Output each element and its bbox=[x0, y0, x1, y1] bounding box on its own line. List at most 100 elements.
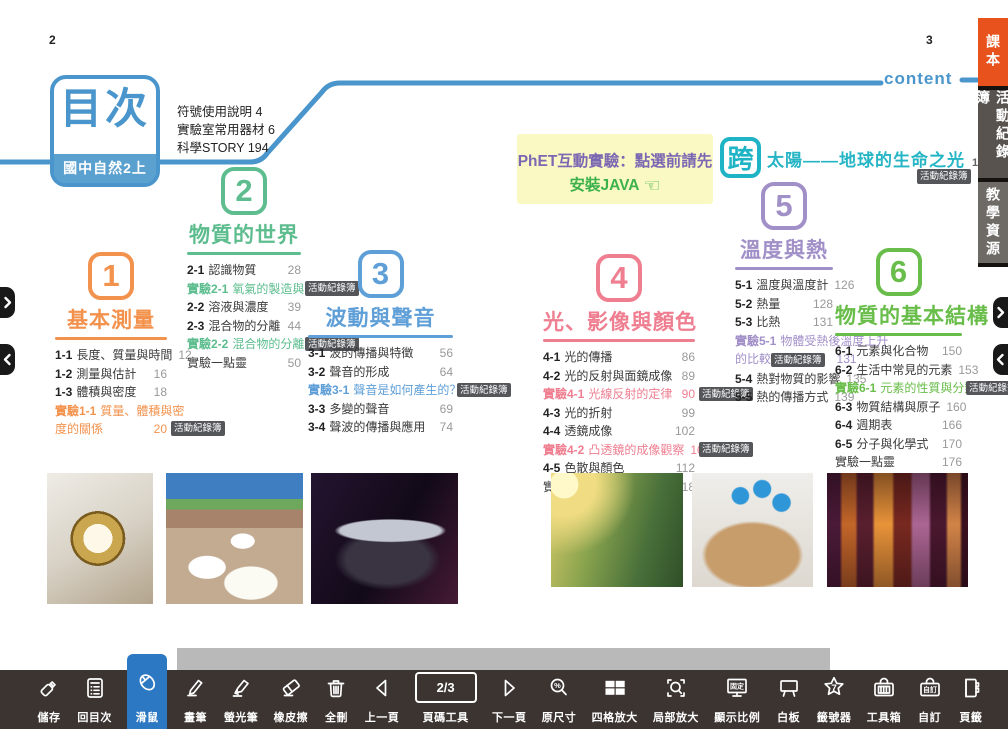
toc-item[interactable]: 4-1光的傳播86 bbox=[543, 351, 695, 364]
tab-activity-workbook[interactable]: 活動紀錄簿 bbox=[978, 90, 1008, 182]
activity-record-tag: 活動紀錄簿 bbox=[699, 442, 753, 457]
chapter-title: 物質的基本結構 bbox=[835, 300, 962, 330]
toolbar-prev-page-button[interactable]: 上一頁 bbox=[365, 666, 400, 729]
toc-item-code: 4-4 bbox=[543, 425, 560, 438]
svg-text:自訂: 自訂 bbox=[923, 685, 937, 694]
toolbar-toolbox-button[interactable]: 工具箱 bbox=[867, 666, 902, 729]
photo-salt-field bbox=[166, 473, 303, 604]
toc-item-code: 4-1 bbox=[543, 351, 560, 364]
toolbar-partial-zoom-button[interactable]: 局部放大 bbox=[653, 666, 699, 729]
toc-item[interactable]: 6-4週期表166 bbox=[835, 419, 962, 432]
toc-item[interactable]: 6-2生活中常見的元素153 bbox=[835, 364, 962, 377]
toolbar-page-tabs-button[interactable]: 頁籤 bbox=[958, 666, 984, 729]
page-back-arrow-left[interactable] bbox=[0, 344, 15, 375]
toolbar-button-label: 儲存 bbox=[38, 709, 61, 725]
toolbar-button-label: 橡皮擦 bbox=[274, 709, 309, 725]
chapter-title: 物質的世界 bbox=[187, 219, 301, 249]
activity-record-tag: 活動紀錄簿 bbox=[457, 383, 511, 398]
toc-item-page: 160 bbox=[940, 401, 966, 414]
toc-item[interactable]: 4-3光的折射99 bbox=[543, 407, 695, 420]
toc-item[interactable]: 5-3比熱131 bbox=[735, 316, 833, 329]
chapter-item-list: 1-1長度、質量與時間12 1-2測量與估計16 1-3體積與密度18 實驗1-1質量… bbox=[55, 349, 167, 436]
toc-item-code: 5-3 bbox=[735, 316, 752, 329]
toc-item[interactable]: 4-2光的反射與面鏡成像89 bbox=[543, 370, 695, 383]
page-back-arrow-right[interactable] bbox=[993, 344, 1008, 375]
toc-item-label: 實驗一點靈 bbox=[187, 357, 247, 370]
toc-item-label: 光線反射的定律 bbox=[588, 388, 672, 401]
page-number-left: 2 bbox=[49, 33, 56, 47]
toc-experiment-item[interactable]: 實驗3-1聲音是如何產生的？64活動紀錄簿 bbox=[308, 384, 453, 397]
toolbar-number-picker-button[interactable]: 7籤號器 bbox=[817, 666, 852, 729]
front-matter-item[interactable]: 符號使用說明 4 bbox=[177, 103, 275, 121]
toolbar-eraser-button[interactable]: 橡皮擦 bbox=[274, 666, 309, 729]
toc-experiment-item[interactable]: 實驗4-2凸透鏡的成像觀察104活動紀錄簿 bbox=[543, 444, 695, 457]
toc-item-label: 測量與估計 bbox=[76, 368, 136, 381]
toolbar-next-page-button[interactable]: 下一頁 bbox=[492, 666, 527, 729]
toolbar-mouse-button[interactable]: 滑鼠 bbox=[127, 654, 167, 729]
toolbar-whiteboard-button[interactable]: 白板 bbox=[776, 666, 802, 729]
toc-item[interactable]: 6-3物質結構與原子160 bbox=[835, 401, 962, 414]
case-icon: 自訂 bbox=[917, 666, 943, 709]
toc-item[interactable]: 3-1波的傳播與特徵56 bbox=[308, 347, 453, 360]
toolbar-highlighter-button[interactable]: 螢光筆 bbox=[224, 666, 259, 729]
toolbar-button-label: 下一頁 bbox=[492, 709, 527, 725]
toc-item-label: 元素與化合物 bbox=[856, 345, 928, 358]
front-matter-item[interactable]: 科學STORY 194 bbox=[177, 139, 275, 157]
eraser-icon bbox=[278, 666, 304, 709]
toc-item[interactable]: 5-4熱對物質的影響135 bbox=[735, 373, 833, 386]
toc-item-code: 實驗2-2 bbox=[187, 338, 228, 351]
toc-item[interactable]: 實驗一點靈176 bbox=[835, 456, 962, 469]
svg-text:%: % bbox=[554, 681, 561, 690]
toc-experiment-item[interactable]: 實驗4-1光線反射的定律90活動紀錄簿 bbox=[543, 388, 695, 401]
toolbar-button-label: 回目次 bbox=[77, 709, 112, 725]
page-forward-arrow-left[interactable] bbox=[0, 287, 15, 318]
toc-item-label: 聲波的傳播與應用 bbox=[329, 421, 425, 434]
toc-experiment-item[interactable]: 實驗6-1元素的性質與分類153活動紀錄簿 bbox=[835, 382, 962, 395]
toc-item[interactable]: 3-3多變的聲音69 bbox=[308, 403, 453, 416]
toc-item-code: 2-2 bbox=[187, 301, 204, 314]
toc-item-page: 18 bbox=[148, 386, 167, 399]
toc-item-page: 89 bbox=[676, 370, 695, 383]
front-matter-item[interactable]: 實驗室常用器材 6 bbox=[177, 121, 275, 139]
tab-textbook[interactable]: 課本 bbox=[978, 18, 1008, 90]
toolbar-button-label: 畫筆 bbox=[184, 709, 207, 725]
toc-item[interactable]: 3-4聲波的傳播與應用74 bbox=[308, 421, 453, 434]
toc-item[interactable]: 3-2聲音的形成64 bbox=[308, 366, 453, 379]
tab-teaching-resources[interactable]: 教學資源 bbox=[978, 182, 1008, 267]
toc-item[interactable]: 5-5熱的傳播方式139 bbox=[735, 391, 833, 404]
toc-item-label: 光的折射 bbox=[564, 407, 612, 420]
toolbar-four-grid-zoom-button[interactable]: 四格放大 bbox=[592, 666, 638, 729]
toc-item[interactable]: 5-2熱量128 bbox=[735, 298, 833, 311]
toc-item[interactable]: 5-1溫度與溫度計126 bbox=[735, 279, 833, 292]
toolbar-back-to-toc-button[interactable]: 回目次 bbox=[77, 666, 112, 729]
toolbar-delete-all-button[interactable]: 全刪 bbox=[323, 666, 349, 729]
toolbar-page-number-tool-button[interactable]: 2/3頁碼工具 bbox=[415, 666, 477, 729]
toc-item[interactable]: 6-5分子與化學式170 bbox=[835, 438, 962, 451]
toc-item-code: 實驗4-2 bbox=[543, 444, 584, 457]
toc-item[interactable]: 1-2測量與估計16 bbox=[55, 368, 167, 381]
svg-text:7: 7 bbox=[831, 683, 837, 694]
toolbar-save-button[interactable]: 儲存 bbox=[36, 666, 62, 729]
toolbar-custom-button[interactable]: 自訂自訂 bbox=[917, 666, 943, 729]
toc-item[interactable]: 6-1元素與化合物150 bbox=[835, 345, 962, 358]
toc-item[interactable]: 1-1長度、質量與時間12 bbox=[55, 349, 167, 362]
toc-experiment-item[interactable]: 實驗5-1物體受熱後溫度上升的比較活動紀錄簿131 bbox=[735, 335, 833, 368]
page-forward-arrow-right[interactable] bbox=[993, 297, 1008, 328]
star-icon: 7 bbox=[821, 666, 847, 709]
toc-experiment-item[interactable]: 實驗2-1氧氣的製造與性質34活動紀錄簿 bbox=[187, 283, 301, 296]
phet-java-note[interactable]: PhET互動實驗：點選前請先 安裝JAVA☜ bbox=[517, 134, 713, 204]
toc-experiment-item[interactable]: 實驗1-1質量、體積與密度的關係20活動紀錄簿 bbox=[55, 405, 167, 436]
toc-item[interactable]: 2-1認識物質28 bbox=[187, 264, 301, 277]
toc-item[interactable]: 2-2溶液與濃度39 bbox=[187, 301, 301, 314]
cross-topic-item[interactable]: 太陽——地球的生命之光182 bbox=[767, 146, 990, 171]
toc-item[interactable]: 實驗一點靈50 bbox=[187, 357, 301, 370]
toc-item-label: 溶液與濃度 bbox=[208, 301, 268, 314]
toolbar-button-label: 頁碼工具 bbox=[423, 709, 469, 725]
toolbar-pen-button[interactable]: 畫筆 bbox=[182, 666, 208, 729]
toc-experiment-item[interactable]: 實驗2-2混合物的分離46活動紀錄簿 bbox=[187, 338, 301, 351]
toolbar-display-ratio-button[interactable]: 固定顯示比例 bbox=[714, 666, 760, 729]
toc-item[interactable]: 2-3混合物的分離44 bbox=[187, 320, 301, 333]
toc-item[interactable]: 1-3體積與密度18 bbox=[55, 386, 167, 399]
toc-item[interactable]: 4-4透鏡成像102 bbox=[543, 425, 695, 438]
toolbar-original-size-button[interactable]: %原尺寸 bbox=[542, 666, 577, 729]
